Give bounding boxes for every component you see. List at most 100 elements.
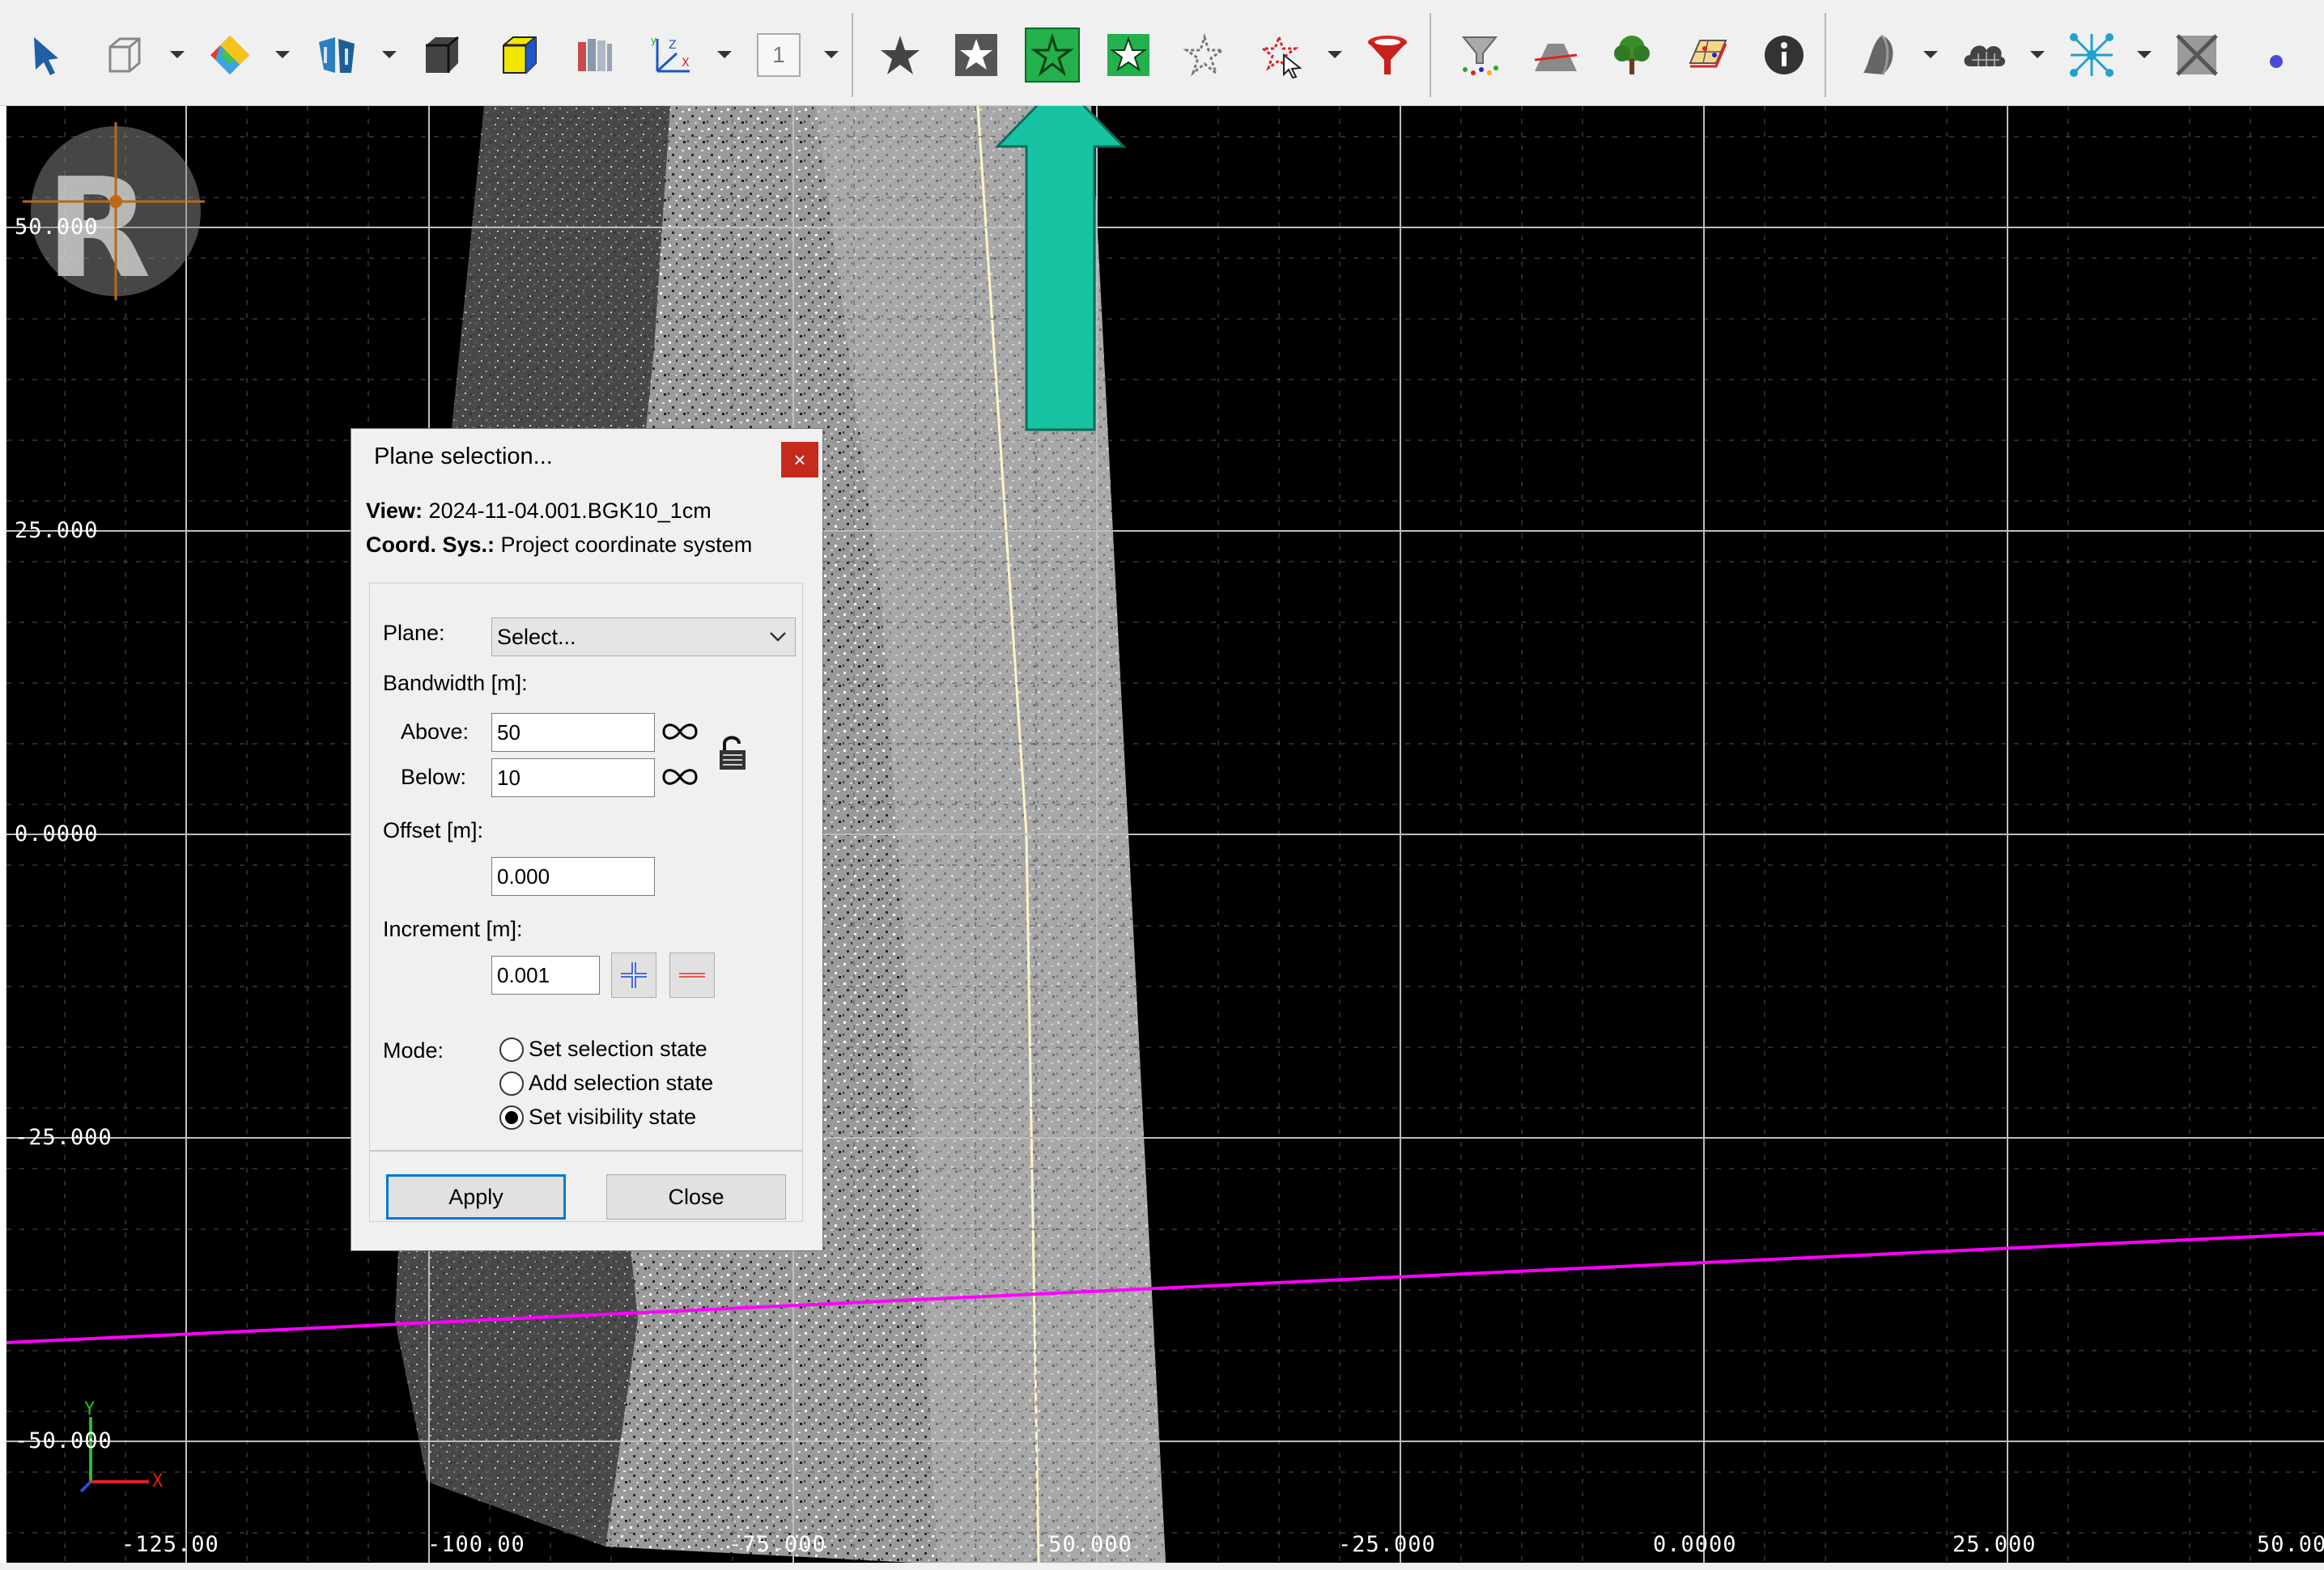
below-input[interactable]: 10 [491,758,655,797]
box-icon[interactable] [97,28,152,83]
layers-icon[interactable] [567,28,622,83]
offset-input[interactable]: 0.000 [491,857,655,896]
chevron-down-icon[interactable] [716,47,733,63]
x-axis-label: -125.00 [121,1532,219,1557]
infinity-icon[interactable] [661,719,699,744]
toolbar-separator [1825,13,1826,97]
shape-3d-icon[interactable] [1850,28,1906,83]
buildings-icon[interactable] [309,28,364,83]
star-dotted-icon[interactable] [1177,28,1232,83]
y-axis-label: 0.0000 [15,821,99,847]
tree-icon[interactable] [1604,28,1659,83]
dot-icon[interactable] [2245,28,2301,83]
offset-label: Offset [m]: [383,818,484,842]
cloud-mesh-icon[interactable] [1957,28,2012,83]
chevron-down-icon[interactable] [822,47,840,63]
plane-selection-icon[interactable] [1025,28,1080,83]
x-axis-label: -50.000 [1035,1532,1132,1557]
coord-sys-label: Coord. Sys.: [366,533,495,557]
svg-text:Z: Z [669,39,677,52]
star-box-select-icon[interactable] [949,28,1004,83]
above-label: Above: [401,719,469,744]
increment-plus-button[interactable] [611,953,656,998]
plane-selection-dialog: Plane selection... × View: 2024-11-04.00… [351,428,823,1251]
toolbar-separator [852,13,853,97]
chevron-down-icon[interactable] [380,47,398,63]
color-palette-icon[interactable] [202,28,257,83]
mode-option-set-selection[interactable]: Set selection state [499,1037,707,1062]
infinity-icon[interactable] [661,765,699,789]
settings-group: Plane: Select... Bandwidth [m]: Above: 5… [369,583,803,1222]
funnel-dots-icon[interactable] [1452,28,1507,83]
y-axis-label: 50.000 [15,214,99,240]
mode-option-add-selection[interactable]: Add selection state [499,1071,713,1096]
chevron-down-icon[interactable] [1326,47,1344,63]
plus-icon [621,962,647,988]
star-add-icon[interactable] [1101,28,1156,83]
cube-dark-icon[interactable] [414,28,469,83]
minus-icon [679,973,705,978]
mode-option-set-visibility[interactable]: Set visibility state [499,1105,696,1130]
dialog-divider [370,1150,802,1152]
chevron-down-icon[interactable] [2029,47,2046,63]
mode-option-label: Add selection state [529,1071,714,1095]
increment-input[interactable]: 0.001 [491,956,600,995]
unlocked-padlock-icon[interactable] [716,734,749,771]
close-button[interactable]: Close [606,1174,786,1220]
y-axis-label: -50.000 [15,1428,113,1453]
x-axis-label: -100.00 [427,1532,525,1557]
chevron-down-icon[interactable] [1922,47,1939,63]
dialog-title: Plane selection... [374,443,553,469]
coord-sys-value: Project coordinate system [500,533,753,557]
x-axis-label: -75.000 [729,1532,826,1557]
cube-yellow-icon[interactable] [492,28,547,83]
gizmo-x-label: X [152,1471,164,1492]
radio-button-selected[interactable] [499,1105,524,1130]
chevron-down-icon[interactable] [168,47,186,63]
coord-sys-info: Coord. Sys.: Project coordinate system [366,533,752,558]
close-icon[interactable]: × [781,442,818,477]
radio-button[interactable] [499,1037,524,1062]
bandwidth-label: Bandwidth [m]: [383,671,528,695]
apply-button[interactable]: Apply [386,1174,566,1220]
increment-minus-button[interactable] [669,953,715,998]
gizmo-y-label: Y [84,1399,96,1419]
main-toolbar: ZXy 1 [0,0,2324,106]
below-label: Below: [401,765,467,789]
svg-text:y: y [651,35,656,46]
select-arrow-icon[interactable] [19,28,74,83]
mode-label: Mode: [383,1038,444,1063]
x-axis-label: -25.000 [1338,1532,1436,1557]
grid-map-icon[interactable] [1680,28,1736,83]
plane-select[interactable]: Select... [491,617,796,656]
view-info: View: 2024-11-04.001.BGK10_1cm [366,499,712,524]
mesh-cross-icon[interactable] [2169,28,2224,83]
x-axis-label: 50.00 [2257,1532,2324,1557]
above-input[interactable]: 50 [491,713,655,752]
chevron-down-icon[interactable] [274,47,291,63]
toolbar-separator [1430,13,1431,97]
mode-option-label: Set visibility state [529,1105,697,1129]
x-axis-label: 25.000 [1952,1532,2037,1557]
x-axis-label: 0.0000 [1653,1532,1737,1557]
svg-text:X: X [682,57,690,70]
radio-button[interactable] [499,1071,524,1096]
chevron-down-icon [770,632,786,642]
terrain-profile-icon[interactable] [1528,28,1583,83]
increment-label: Increment [m]: [383,917,523,941]
star-select-icon[interactable] [873,28,928,83]
number-one-icon[interactable]: 1 [751,28,806,83]
plane-label: Plane: [383,621,445,645]
highlight-arrow [994,106,1127,431]
y-axis-label: 25.000 [15,518,99,543]
filter-funnel-icon[interactable] [1360,28,1415,83]
info-icon[interactable] [1757,28,1812,83]
y-axis-label: -25.000 [15,1125,113,1150]
view-value: 2024-11-04.001.BGK10_1cm [428,499,712,523]
plane-select-value: Select... [497,625,576,649]
chevron-down-icon[interactable] [2135,47,2153,63]
coordinate-axes-icon[interactable]: ZXy [644,28,699,83]
star-pointer-icon[interactable] [1255,28,1310,83]
status-strip [0,1563,2324,1570]
network-icon[interactable] [2064,28,2119,83]
